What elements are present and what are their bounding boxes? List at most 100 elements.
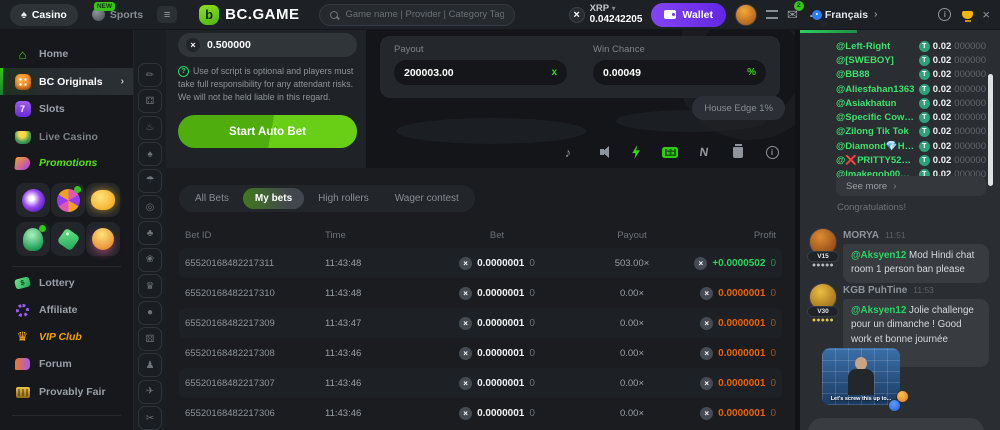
bets-tab[interactable]: High rollers — [306, 188, 381, 209]
winner-row[interactable]: @Aliesfahan1363 0.02000000 — [836, 82, 986, 96]
sidebar-item-vip-club[interactable]: ♛ VIP Club — [0, 325, 133, 349]
game-icon[interactable]: ✈ — [138, 380, 162, 404]
game-icon[interactable]: ♛ — [138, 274, 162, 298]
bets-tab[interactable]: My bets — [243, 188, 304, 209]
table-row[interactable]: 65520168482217307 11:43:46 0.00000010 0.… — [179, 368, 782, 398]
game-icon[interactable]: ♟ — [138, 353, 162, 377]
crown-icon: ♛ — [14, 329, 31, 345]
game-icon[interactable]: ⚄ — [138, 327, 162, 351]
help-icon[interactable] — [763, 143, 781, 161]
language-selector[interactable]: Français › — [825, 9, 878, 21]
winner-row[interactable]: @Diamond💎Hu... 0.02000000 — [836, 139, 986, 153]
turbo-icon[interactable] — [627, 143, 645, 161]
trophy-icon[interactable] — [962, 11, 973, 19]
question-icon — [178, 66, 189, 77]
game-icon[interactable]: ♣ — [138, 221, 162, 245]
sidebar-item-lottery[interactable]: Lottery — [0, 271, 133, 295]
sports-toggle-button[interactable]: NEW Sports — [86, 8, 149, 21]
table-row[interactable]: 65520168482217308 11:43:46 0.00000010 0.… — [179, 338, 782, 368]
chevron-right-icon: › — [874, 9, 877, 20]
casino-label: Casino — [32, 9, 67, 21]
chat-badge: • — [812, 10, 822, 20]
promo-tile-wheel[interactable] — [51, 183, 85, 217]
game-icon[interactable]: ◎ — [138, 195, 162, 219]
payout-field[interactable]: x — [394, 60, 567, 85]
winner-name: @[SWEBOY] — [836, 55, 915, 66]
bets-tab[interactable]: All Bets — [183, 188, 241, 209]
game-icon[interactable]: ✂ — [138, 406, 162, 430]
sidebar-item-affiliate[interactable]: Affiliate — [0, 298, 133, 322]
promo-tile-rocket[interactable] — [16, 222, 50, 256]
promo-tile-tag[interactable] — [51, 222, 85, 256]
music-icon[interactable]: ♪ — [559, 143, 577, 161]
messages-button[interactable]: ✉ 2 — [787, 6, 798, 24]
win-chance-input[interactable] — [603, 67, 747, 79]
currency-label: XRP — [590, 3, 609, 14]
sidebar-item-slots[interactable]: Slots — [0, 97, 133, 121]
topbar-right: XRP ▾ 0.04242205 Wallet ✉ 2 • Français ›… — [569, 3, 990, 27]
menu-toggle-icon[interactable]: ≡ — [157, 6, 177, 23]
winner-row[interactable]: @Specific Cowden 0.02000000 — [836, 110, 986, 124]
see-more-button[interactable]: See more› — [836, 176, 986, 196]
bet-amount-input[interactable] — [207, 39, 349, 51]
clear-icon[interactable] — [729, 143, 747, 161]
sidebar-item-forum[interactable]: Forum — [0, 352, 133, 376]
user-avatar[interactable] — [735, 4, 757, 26]
winner-row[interactable]: @Left-Right 0.02000000 — [836, 39, 986, 53]
chat-message: @Aksyen12 Mod Hindi chat room 1 person b… — [843, 244, 989, 283]
sidebar-item-home[interactable]: ⌂ Home — [0, 42, 133, 66]
bcgame-logo[interactable]: b BC.GAME — [199, 5, 299, 25]
game-icon[interactable]: ☂ — [138, 169, 162, 193]
close-icon[interactable]: × — [982, 8, 990, 21]
promo-tile-coindrop[interactable] — [86, 222, 120, 256]
trends-icon[interactable]: N — [694, 143, 715, 161]
promo-tile-piggy[interactable] — [86, 183, 120, 217]
megaphone-icon — [14, 157, 30, 170]
winner-row[interactable]: @Asiakhatun 0.02000000 — [836, 96, 986, 110]
chat-input[interactable] — [808, 418, 984, 430]
rank-list-icon[interactable] — [766, 10, 778, 19]
xrp-icon — [459, 317, 472, 330]
sidebar-item-bc-originals[interactable]: BC Originals › — [0, 68, 133, 95]
table-row[interactable]: 65520168482217309 11:43:47 0.00000010 0.… — [179, 308, 782, 338]
video-gif-message[interactable]: Let's screw this up to... — [822, 348, 900, 405]
winner-row[interactable]: @❌PRITTY5233❌ 0.02000000 — [836, 153, 986, 167]
sidebar-item-live-casino[interactable]: Live Casino — [0, 125, 133, 149]
winner-name: @BB88 — [836, 69, 915, 80]
chat-scrollbar[interactable] — [988, 74, 993, 186]
table-row[interactable]: 65520168482217306 11:43:46 0.00000010 0.… — [179, 398, 782, 428]
payout-input[interactable] — [404, 67, 551, 79]
winner-row[interactable]: @BB88 0.02000000 — [836, 68, 986, 82]
game-icon[interactable]: ♨ — [138, 116, 162, 140]
info-button[interactable] — [938, 8, 951, 21]
hotkeys-icon[interactable] — [661, 143, 679, 161]
col-time: Time — [317, 230, 423, 241]
promo-tile-spin[interactable] — [16, 183, 50, 217]
wallet-button[interactable]: Wallet — [651, 3, 726, 27]
search-input[interactable] — [345, 9, 504, 20]
game-icon[interactable]: ✏ — [138, 63, 162, 87]
game-search[interactable] — [319, 4, 515, 26]
win-chance-field[interactable]: % — [593, 60, 766, 85]
casino-toggle-button[interactable]: ♠ Casino — [10, 4, 78, 26]
game-icon[interactable]: ❀ — [138, 248, 162, 272]
payout-panel: Payout x Win Chance % — [380, 36, 780, 98]
payout-label: Payout — [394, 44, 567, 55]
win-chance-label: Win Chance — [593, 44, 766, 55]
winner-row[interactable]: @Zilong Tik Tok 0.02000000 — [836, 125, 986, 139]
bet-amount-field[interactable] — [178, 33, 357, 57]
table-row[interactable]: 65520168482217310 11:43:48 0.00000010 0.… — [179, 278, 782, 308]
sidebar-item-promotions[interactable]: Promotions — [0, 151, 133, 175]
xrp-icon — [700, 317, 713, 330]
coin-person-icon — [92, 228, 114, 250]
bets-tab[interactable]: Wager contest — [383, 188, 471, 209]
balance-selector[interactable]: XRP ▾ 0.04242205 — [569, 4, 643, 25]
winner-row[interactable]: @[SWEBOY] 0.02000000 — [836, 53, 986, 67]
start-auto-bet-button[interactable]: Start Auto Bet — [178, 115, 357, 148]
game-icon[interactable]: ♠ — [138, 142, 162, 166]
table-row[interactable]: 65520168482217311 11:43:48 0.00000010 50… — [179, 248, 782, 278]
game-icon[interactable]: ⚃ — [138, 89, 162, 113]
sidebar-item-provably-fair[interactable]: Provably Fair — [0, 380, 133, 404]
game-icon[interactable]: ● — [138, 301, 162, 325]
sound-icon[interactable] — [593, 143, 611, 161]
